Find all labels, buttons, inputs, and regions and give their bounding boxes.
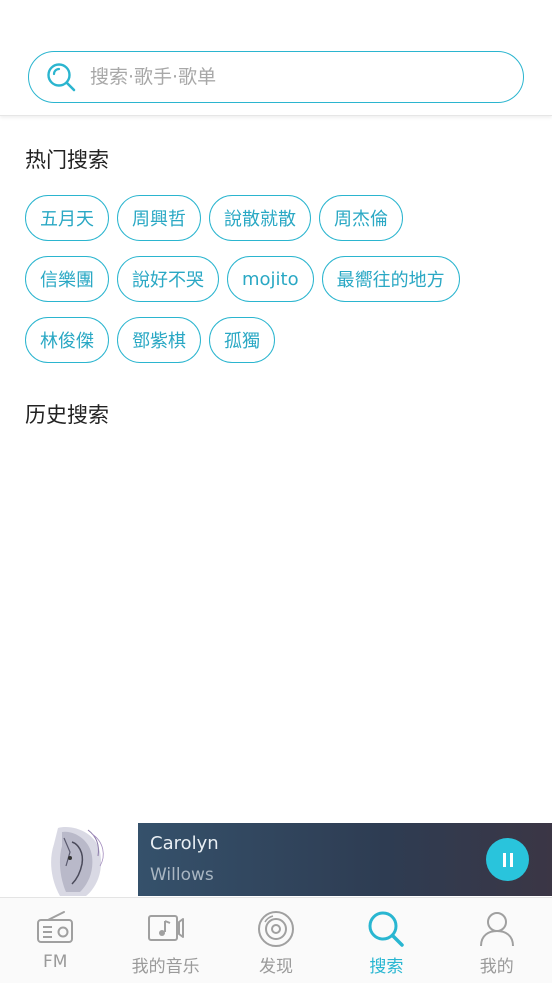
- tab-fm[interactable]: FM: [0, 898, 110, 983]
- hot-tag[interactable]: 信樂團: [25, 256, 109, 302]
- pause-button[interactable]: [486, 838, 529, 881]
- tab-search[interactable]: 搜索: [331, 898, 441, 983]
- search-icon: [368, 911, 405, 947]
- disc-icon: [257, 911, 294, 947]
- hot-tag[interactable]: 孤獨: [209, 317, 275, 363]
- hot-tag[interactable]: 周興哲: [117, 195, 201, 241]
- song-title: Carolyn: [150, 833, 219, 854]
- radio-icon: [37, 911, 74, 943]
- tag-row: 信樂團 說好不哭 mojito 最嚮往的地方: [25, 256, 535, 302]
- hot-search-tags: 五月天 周興哲 說散就散 周杰倫 信樂團 說好不哭 mojito 最嚮往的地方 …: [25, 195, 535, 378]
- music-note-icon: [147, 915, 184, 941]
- search-header: [0, 0, 552, 116]
- tab-discover[interactable]: 发现: [221, 898, 331, 983]
- tab-my-music[interactable]: 我的音乐: [110, 898, 220, 983]
- hot-tag[interactable]: 鄧紫棋: [117, 317, 201, 363]
- tab-label: 搜索: [369, 957, 404, 977]
- album-cover[interactable]: [0, 822, 138, 897]
- album-art-image: [0, 822, 138, 897]
- hot-tag[interactable]: mojito: [227, 256, 314, 302]
- hot-tag[interactable]: 林俊傑: [25, 317, 109, 363]
- hot-search-title: 热门搜索: [25, 148, 109, 172]
- search-input[interactable]: [90, 66, 490, 88]
- tab-label: FM: [42, 952, 68, 972]
- bottom-tab-bar: FM 我的音乐 发现 搜索 我的: [0, 897, 552, 983]
- pause-icon: [502, 852, 506, 867]
- search-icon: [47, 63, 76, 92]
- tab-mine[interactable]: 我的: [442, 898, 552, 983]
- tab-label: 发现: [258, 957, 293, 977]
- hot-tag[interactable]: 說散就散: [209, 195, 311, 241]
- search-box[interactable]: [28, 51, 524, 103]
- song-artist: Willows: [150, 865, 214, 885]
- tag-row: 五月天 周興哲 說散就散 周杰倫: [25, 195, 535, 241]
- user-icon: [479, 912, 514, 947]
- player-bar[interactable]: Carolyn Willows: [138, 823, 552, 896]
- hot-tag[interactable]: 五月天: [25, 195, 109, 241]
- hot-tag[interactable]: 周杰倫: [319, 195, 403, 241]
- mini-player[interactable]: Carolyn Willows: [0, 822, 552, 897]
- tab-label: 我的: [479, 957, 514, 977]
- tag-row: 林俊傑 鄧紫棋 孤獨: [25, 317, 535, 363]
- hot-tag[interactable]: 最嚮往的地方: [321, 256, 460, 302]
- hot-tag[interactable]: 說好不哭: [117, 256, 219, 302]
- tab-label: 我的音乐: [131, 957, 200, 977]
- history-search-title: 历史搜索: [25, 403, 109, 427]
- pause-icon-bar: [509, 852, 513, 867]
